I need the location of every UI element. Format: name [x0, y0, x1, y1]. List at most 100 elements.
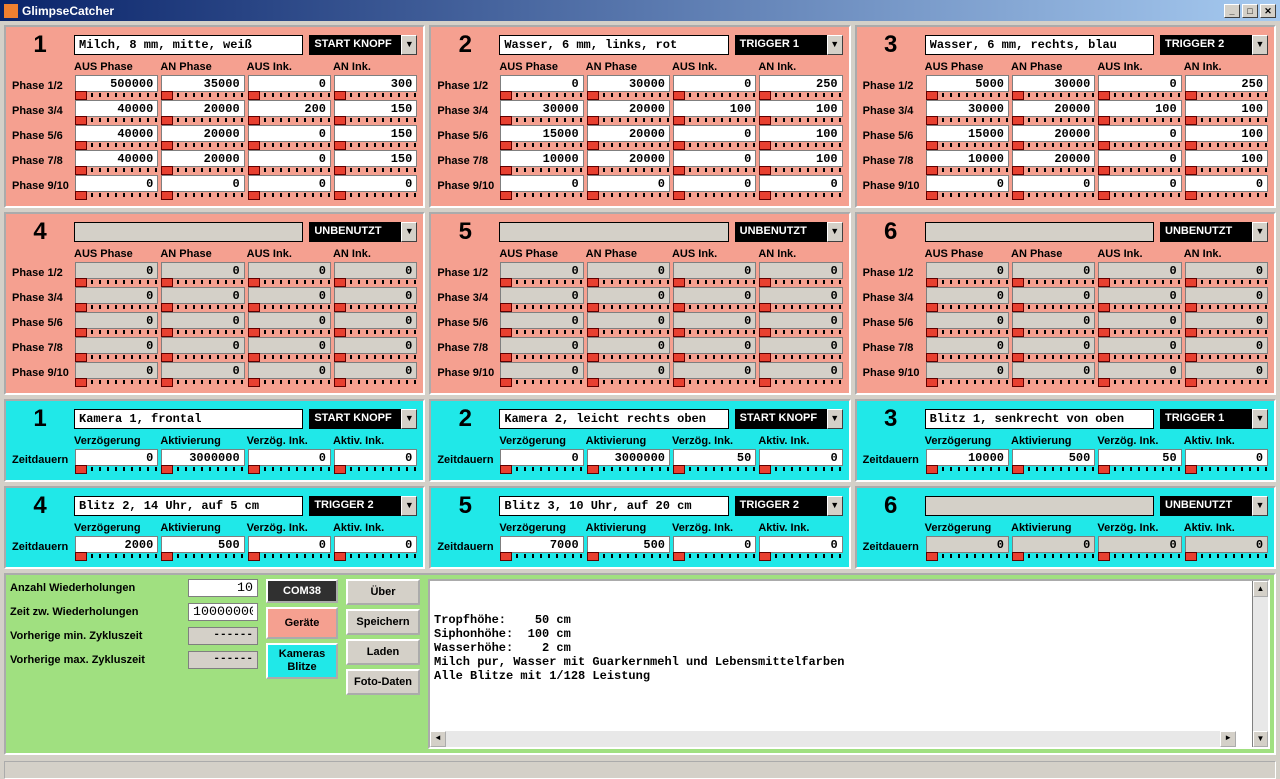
repeat-count-input[interactable] — [188, 579, 258, 597]
camera-trigger-combo[interactable]: START KNOPF ▼ — [735, 409, 843, 429]
camera-4-c1[interactable] — [161, 536, 244, 553]
device-2-r0-c2[interactable] — [673, 75, 756, 92]
camera-trigger-combo[interactable]: UNBENUTZT ▼ — [1160, 496, 1268, 516]
device-2-r2-c1[interactable] — [587, 125, 670, 142]
device-2-r2-c3[interactable] — [759, 125, 842, 142]
camera-desc-input[interactable] — [74, 409, 303, 429]
laden-button[interactable]: Laden — [346, 639, 420, 665]
camera-4-c0[interactable] — [75, 536, 158, 553]
notes-vscroll[interactable]: ▲ ▼ — [1252, 581, 1268, 747]
device-3-r4-c2[interactable] — [1098, 175, 1181, 192]
camera-4-c2[interactable] — [248, 536, 331, 553]
device-1-r1-c1[interactable] — [161, 100, 244, 117]
device-trigger-combo[interactable]: UNBENUTZT ▼ — [735, 222, 843, 242]
device-1-r3-c2[interactable] — [248, 150, 331, 167]
device-1-r4-c0[interactable] — [75, 175, 158, 192]
device-2-r3-c3[interactable] — [759, 150, 842, 167]
maximize-button[interactable]: □ — [1242, 4, 1258, 18]
device-3-r1-c2[interactable] — [1098, 100, 1181, 117]
device-2-r3-c2[interactable] — [673, 150, 756, 167]
device-3-r2-c3[interactable] — [1185, 125, 1268, 142]
device-3-r1-c1[interactable] — [1012, 100, 1095, 117]
camera-desc-input[interactable] — [925, 496, 1154, 516]
camera-desc-input[interactable] — [499, 496, 728, 516]
device-2-r0-c3[interactable] — [759, 75, 842, 92]
device-trigger-combo[interactable]: UNBENUTZT ▼ — [309, 222, 417, 242]
device-1-r0-c1[interactable] — [161, 75, 244, 92]
device-desc-input[interactable] — [74, 35, 303, 55]
com-port-button[interactable]: COM38 — [266, 579, 338, 603]
device-desc-input[interactable] — [499, 222, 728, 242]
device-desc-input[interactable] — [925, 35, 1154, 55]
device-3-r0-c2[interactable] — [1098, 75, 1181, 92]
camera-3-c0[interactable] — [926, 449, 1009, 466]
camera-3-c2[interactable] — [1098, 449, 1181, 466]
camera-trigger-combo[interactable]: TRIGGER 2 ▼ — [735, 496, 843, 516]
camera-desc-input[interactable] — [74, 496, 303, 516]
device-2-r4-c1[interactable] — [587, 175, 670, 192]
device-1-r0-c0[interactable] — [75, 75, 158, 92]
device-2-r1-c2[interactable] — [673, 100, 756, 117]
device-1-r3-c1[interactable] — [161, 150, 244, 167]
camera-2-c3[interactable] — [759, 449, 842, 466]
scroll-down-icon[interactable]: ▼ — [1253, 731, 1268, 747]
ueber-button[interactable]: Über — [346, 579, 420, 605]
device-2-r4-c2[interactable] — [673, 175, 756, 192]
geraete-button[interactable]: Geräte — [266, 607, 338, 639]
camera-4-c3[interactable] — [334, 536, 417, 553]
camera-2-c2[interactable] — [673, 449, 756, 466]
device-1-r4-c1[interactable] — [161, 175, 244, 192]
device-1-r3-c3[interactable] — [334, 150, 417, 167]
scroll-left-icon[interactable]: ◄ — [430, 731, 446, 747]
device-2-r3-c1[interactable] — [587, 150, 670, 167]
device-3-r0-c1[interactable] — [1012, 75, 1095, 92]
device-1-r3-c0[interactable] — [75, 150, 158, 167]
device-3-r4-c3[interactable] — [1185, 175, 1268, 192]
camera-3-c3[interactable] — [1185, 449, 1268, 466]
speichern-button[interactable]: Speichern — [346, 609, 420, 635]
device-3-r1-c3[interactable] — [1185, 100, 1268, 117]
device-3-r3-c0[interactable] — [926, 150, 1009, 167]
device-trigger-combo[interactable]: UNBENUTZT ▼ — [1160, 222, 1268, 242]
camera-2-c0[interactable] — [500, 449, 583, 466]
camera-1-c2[interactable] — [248, 449, 331, 466]
device-1-r0-c3[interactable] — [334, 75, 417, 92]
device-2-r4-c0[interactable] — [500, 175, 583, 192]
kameras-blitze-button[interactable]: Kameras Blitze — [266, 643, 338, 679]
device-1-r2-c1[interactable] — [161, 125, 244, 142]
device-trigger-combo[interactable]: TRIGGER 1 ▼ — [735, 35, 843, 55]
scroll-right-icon[interactable]: ► — [1220, 731, 1236, 747]
camera-desc-input[interactable] — [925, 409, 1154, 429]
device-2-r1-c1[interactable] — [587, 100, 670, 117]
device-3-r4-c1[interactable] — [1012, 175, 1095, 192]
device-1-r1-c2[interactable] — [248, 100, 331, 117]
device-3-r0-c0[interactable] — [926, 75, 1009, 92]
device-3-r3-c2[interactable] — [1098, 150, 1181, 167]
camera-5-c3[interactable] — [759, 536, 842, 553]
device-1-r4-c3[interactable] — [334, 175, 417, 192]
device-desc-input[interactable] — [499, 35, 728, 55]
device-3-r2-c1[interactable] — [1012, 125, 1095, 142]
device-3-r1-c0[interactable] — [926, 100, 1009, 117]
camera-1-c0[interactable] — [75, 449, 158, 466]
device-2-r2-c2[interactable] — [673, 125, 756, 142]
device-2-r1-c0[interactable] — [500, 100, 583, 117]
camera-1-c3[interactable] — [334, 449, 417, 466]
fotodaten-button[interactable]: Foto-Daten — [346, 669, 420, 695]
device-1-r0-c2[interactable] — [248, 75, 331, 92]
device-2-r3-c0[interactable] — [500, 150, 583, 167]
notes-area[interactable]: Tropfhöhe: 50 cm Siphonhöhe: 100 cm Wass… — [430, 581, 1252, 747]
camera-5-c1[interactable] — [587, 536, 670, 553]
device-3-r2-c2[interactable] — [1098, 125, 1181, 142]
camera-5-c2[interactable] — [673, 536, 756, 553]
device-1-r1-c0[interactable] — [75, 100, 158, 117]
scroll-up-icon[interactable]: ▲ — [1253, 581, 1268, 597]
device-3-r3-c3[interactable] — [1185, 150, 1268, 167]
device-1-r2-c0[interactable] — [75, 125, 158, 142]
device-1-r4-c2[interactable] — [248, 175, 331, 192]
notes-hscroll[interactable]: ◄ ► — [430, 731, 1236, 747]
device-trigger-combo[interactable]: TRIGGER 2 ▼ — [1160, 35, 1268, 55]
camera-desc-input[interactable] — [499, 409, 728, 429]
device-1-r2-c2[interactable] — [248, 125, 331, 142]
close-button[interactable]: ✕ — [1260, 4, 1276, 18]
